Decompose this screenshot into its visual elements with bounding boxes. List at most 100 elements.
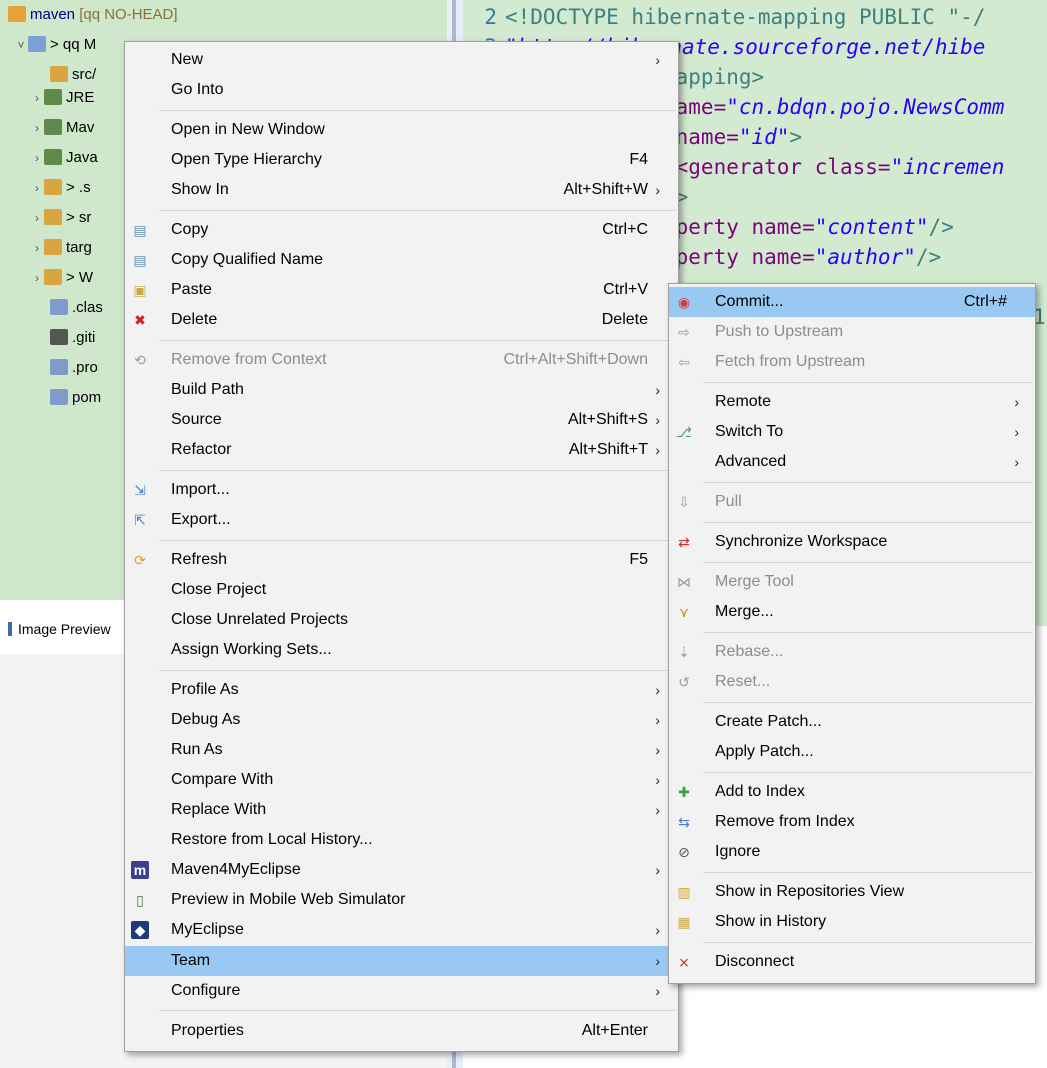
export-icon: ⇱ [134,512,146,528]
chevron-right-icon: › [655,953,660,969]
tree-item[interactable]: › > W [30,263,93,293]
code-line: 2 <!DOCTYPE hibernate-mapping PUBLIC "-/ [463,2,985,32]
menu-item-source[interactable]: Source Alt+Shift+S › [125,405,678,435]
tree-item[interactable]: › Java [30,143,98,173]
code-line: operty name="author"/> [663,242,941,272]
menu-item-label: Refactor [171,441,232,458]
menu-item-preview-in-mobile-web-simulator[interactable]: ▯ Preview in Mobile Web Simulator [125,885,678,915]
myeclipse-icon: ◆ [131,921,149,939]
menu-item-profile-as[interactable]: Profile As › [125,675,678,705]
menu-item-export[interactable]: ⇱ Export... [125,505,678,535]
menu-item-go-into[interactable]: Go Into [125,75,678,105]
menu-item-delete[interactable]: ✖ Delete Delete [125,305,678,335]
code-token: "cn.bdqn.pojo.NewsComm [726,95,1005,119]
tree-item[interactable]: .giti [50,323,95,353]
chevron-right-icon: › [655,922,660,938]
menu-item-label: Copy [171,221,209,238]
chevron-right-icon[interactable]: › [30,233,44,263]
menu-separator [159,1010,676,1011]
menu-item-close-project[interactable]: Close Project [125,575,678,605]
tree-item-icon [50,66,68,82]
menu-item-pull: ⇩ Pull [669,487,1035,517]
maven-project-icon [28,36,46,52]
menu-item-refresh[interactable]: ⟳ Refresh F5 [125,545,678,575]
chevron-down-icon[interactable]: ˅ [14,30,28,60]
tree-item-icon [50,299,68,315]
menu-item-apply-patch[interactable]: Apply Patch... [669,737,1035,767]
menu-item-assign-working-sets[interactable]: Assign Working Sets... [125,635,678,665]
menu-item-maven4myeclipse[interactable]: m Maven4MyEclipse › [125,855,678,885]
menu-separator [703,562,1033,563]
tree-item[interactable]: .clas [50,293,103,323]
project-branch: [qq NO-HEAD] [79,6,178,23]
tree-item[interactable]: pom [50,383,101,413]
menu-separator [703,942,1033,943]
menu-item-switch-to[interactable]: ⎇ Switch To › [669,417,1035,447]
menu-item-show-in[interactable]: Show In Alt+Shift+W › [125,175,678,205]
menu-item-shortcut: F4 [629,151,648,168]
chevron-right-icon[interactable]: › [30,173,44,203]
menu-item-remote[interactable]: Remote › [669,387,1035,417]
tree-item-label: > sr [66,209,92,226]
menu-item-disconnect[interactable]: ⨯ Disconnect [669,947,1035,977]
menu-item-restore-from-local-history[interactable]: Restore from Local History... [125,825,678,855]
menu-item-show-in-repositories-view[interactable]: ▥ Show in Repositories View [669,877,1035,907]
menu-item-debug-as[interactable]: Debug As › [125,705,678,735]
menu-item-replace-with[interactable]: Replace With › [125,795,678,825]
menu-item-copy-qualified-name[interactable]: ▤ Copy Qualified Name [125,245,678,275]
tree-row-subproject[interactable]: ˅ > qq M [14,30,96,60]
menu-item-compare-with[interactable]: Compare With › [125,765,678,795]
tree-item[interactable]: .pro [50,353,98,383]
menu-item-myeclipse[interactable]: ◆ MyEclipse › [125,915,678,945]
chevron-right-icon[interactable]: › [30,143,44,173]
tree-item[interactable]: › Mav [30,113,94,143]
tree-item[interactable]: › targ [30,233,92,263]
history-icon: ▦ [677,914,691,930]
menu-item-create-patch[interactable]: Create Patch... [669,707,1035,737]
tab-image-preview[interactable]: Image Preview [0,604,133,654]
menu-item-show-in-history[interactable]: ▦ Show in History [669,907,1035,937]
menu-item-refactor[interactable]: Refactor Alt+Shift+T › [125,435,678,465]
tree-item[interactable]: › JRE [30,83,94,113]
tree-item[interactable]: › > sr [30,203,91,233]
tree-item-label: Mav [66,119,95,136]
tree-item-icon [44,239,62,255]
chevron-right-icon[interactable]: › [30,83,44,113]
chevron-right-icon[interactable]: › [30,263,44,293]
menu-item-run-as[interactable]: Run As › [125,735,678,765]
menu-item-properties[interactable]: Properties Alt+Enter [125,1016,678,1046]
menu-item-team[interactable]: Team › [125,946,678,976]
code-token: operty name= [663,215,815,239]
menu-item-open-in-new-window[interactable]: Open in New Window [125,115,678,145]
menu-item-advanced[interactable]: Advanced › [669,447,1035,477]
code-token: "author" [814,245,916,269]
menu-item-merge[interactable]: ⋎ Merge... [669,597,1035,627]
menu-item-add-to-index[interactable]: ✚ Add to Index [669,777,1035,807]
menu-item-shortcut: F5 [629,551,648,568]
menu-item-import[interactable]: ⇲ Import... [125,475,678,505]
menu-item-open-type-hierarchy[interactable]: Open Type Hierarchy F4 [125,145,678,175]
chevron-right-icon: › [1014,424,1019,440]
menu-item-shortcut: Alt+Shift+S [567,411,648,428]
menu-item-close-unrelated-projects[interactable]: Close Unrelated Projects [125,605,678,635]
menu-item-label: Reset... [715,673,771,690]
tree-item[interactable]: › > .s [30,173,91,203]
menu-item-remove-from-index[interactable]: ⇆ Remove from Index [669,807,1035,837]
menu-item-paste[interactable]: ▣ Paste Ctrl+V [125,275,678,305]
chevron-right-icon[interactable]: › [30,113,44,143]
menu-item-synchronize-workspace[interactable]: ⇄ Synchronize Workspace [669,527,1035,557]
menu-item-configure[interactable]: Configure › [125,976,678,1006]
menu-item-commit[interactable]: ◉ Commit... Ctrl+# [669,287,1035,317]
menu-item-shortcut: Alt+Shift+T [568,441,648,458]
tree-item-icon [50,389,68,405]
maven-icon: m [131,861,149,879]
menu-item-new[interactable]: New › [125,45,678,75]
mobile-icon: ▯ [136,892,144,908]
chevron-right-icon: › [655,182,660,198]
menu-item-ignore[interactable]: ⊘ Ignore [669,837,1035,867]
tree-row-project[interactable]: maven [qq NO-HEAD] [8,0,178,30]
menu-separator [703,632,1033,633]
menu-item-copy[interactable]: ▤ Copy Ctrl+C [125,215,678,245]
menu-item-build-path[interactable]: Build Path › [125,375,678,405]
chevron-right-icon[interactable]: › [30,203,44,233]
